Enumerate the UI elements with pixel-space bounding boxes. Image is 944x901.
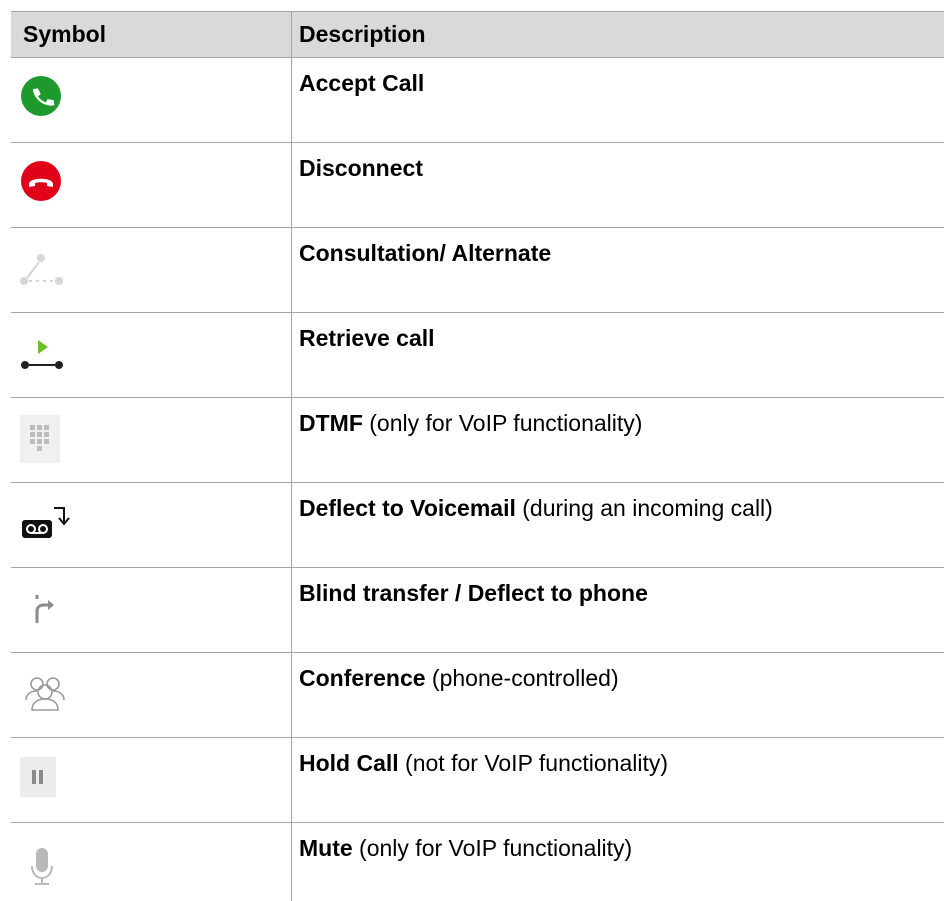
table-row: Deflect to Voicemail (during an incoming… <box>11 483 944 568</box>
table-row: Accept Call <box>11 58 944 143</box>
dialpad-icon <box>20 415 60 463</box>
row-title: Retrieve call <box>299 325 435 351</box>
retrieve-call-icon <box>21 340 63 369</box>
row-title: DTMF <box>299 410 363 436</box>
row-title: Hold Call <box>299 750 399 776</box>
hold-icon <box>20 757 56 797</box>
row-title: Accept Call <box>299 70 425 96</box>
accept-call-icon <box>21 76 61 116</box>
table-row: Retrieve call <box>11 313 944 398</box>
table-row: Disconnect <box>11 143 944 228</box>
row-title: Consultation/ Alternate <box>299 240 552 266</box>
row-note: (phone-controlled) <box>425 665 619 691</box>
conference-icon <box>25 677 65 711</box>
header-symbol: Symbol <box>11 12 292 57</box>
table-row: Mute (only for VoIP functionality) <box>11 823 944 901</box>
row-title: Disconnect <box>299 155 423 181</box>
row-note: (during an incoming call) <box>515 495 773 521</box>
microphone-icon <box>31 848 53 885</box>
row-note: (not for VoIP functionality) <box>398 750 669 776</box>
disconnect-icon <box>21 161 61 201</box>
row-title: Mute <box>299 835 353 861</box>
voicemail-deflect-icon <box>22 507 70 538</box>
row-title: Blind transfer / Deflect to phone <box>299 580 648 606</box>
row-note: (only for VoIP functionality) <box>352 835 633 861</box>
row-note: (only for VoIP functionality) <box>362 410 643 436</box>
table-row: Conference (phone-controlled) <box>11 653 944 738</box>
table-row: Consultation/ Alternate <box>11 228 944 313</box>
table-row: Hold Call (not for VoIP functionality) <box>11 738 944 823</box>
table-header: Symbol Description <box>11 11 944 58</box>
row-title: Deflect to Voicemail <box>299 495 516 521</box>
consultation-icon <box>20 254 63 285</box>
row-title: Conference <box>299 665 426 691</box>
table-row: DTMF (only for VoIP functionality) <box>11 398 944 483</box>
symbol-table: Symbol Description Accept Call Disconnec… <box>11 11 944 901</box>
header-description: Description <box>299 21 426 47</box>
table-row: Blind transfer / Deflect to phone <box>11 568 944 653</box>
blind-transfer-icon <box>35 595 54 623</box>
